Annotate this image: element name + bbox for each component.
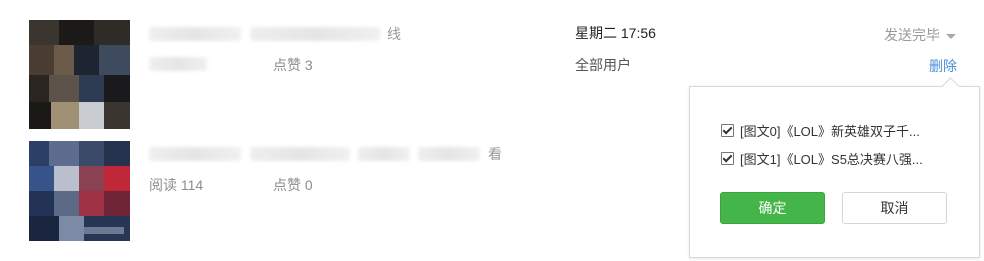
delete-link[interactable]: 删除 — [929, 56, 957, 76]
read-count: 阅读 114 — [149, 177, 204, 193]
blurred-title-segment — [149, 27, 241, 41]
checkbox-checked-icon[interactable] — [721, 152, 734, 165]
send-status-dropdown[interactable]: 发送完毕 — [884, 25, 956, 45]
article-option-label: [图文0]《LOL》新英雄双子千... — [740, 124, 920, 139]
popover-arrow — [941, 77, 960, 96]
blurred-title-segment — [418, 147, 480, 161]
article-option-1[interactable]: [图文1]《LOL》S5总决赛八强... — [721, 149, 923, 168]
confirm-button[interactable]: 确定 — [720, 192, 825, 224]
article-thumbnail[interactable] — [29, 20, 130, 129]
article-thumbnail[interactable] — [29, 141, 130, 250]
chevron-down-icon — [946, 33, 956, 39]
blurred-title-segment — [250, 147, 350, 161]
publish-time: 星期二 17:56 — [575, 25, 656, 41]
cancel-button[interactable]: 取消 — [842, 192, 947, 224]
pixelated-image — [29, 141, 130, 241]
checkbox-checked-icon[interactable] — [721, 124, 734, 137]
blurred-title-segment — [358, 147, 410, 161]
article-title-tail: 线 — [387, 26, 401, 42]
article-option-0[interactable]: [图文0]《LOL》新英雄双子千... — [721, 121, 920, 140]
send-status-label: 发送完毕 — [884, 27, 940, 43]
article-title-tail: 看 — [488, 146, 502, 162]
article-option-label: [图文1]《LOL》S5总决赛八强... — [740, 152, 923, 167]
blurred-title-segment — [149, 147, 241, 161]
pixelated-image — [29, 20, 130, 129]
like-count: 点赞 3 — [273, 57, 313, 73]
blurred-title-segment — [250, 27, 380, 41]
like-count: 点赞 0 — [273, 177, 313, 193]
audience-label: 全部用户 — [575, 57, 631, 73]
delete-popover: [图文0]《LOL》新英雄双子千... [图文1]《LOL》S5总决赛八强...… — [689, 77, 980, 258]
blurred-read-count — [149, 57, 207, 71]
